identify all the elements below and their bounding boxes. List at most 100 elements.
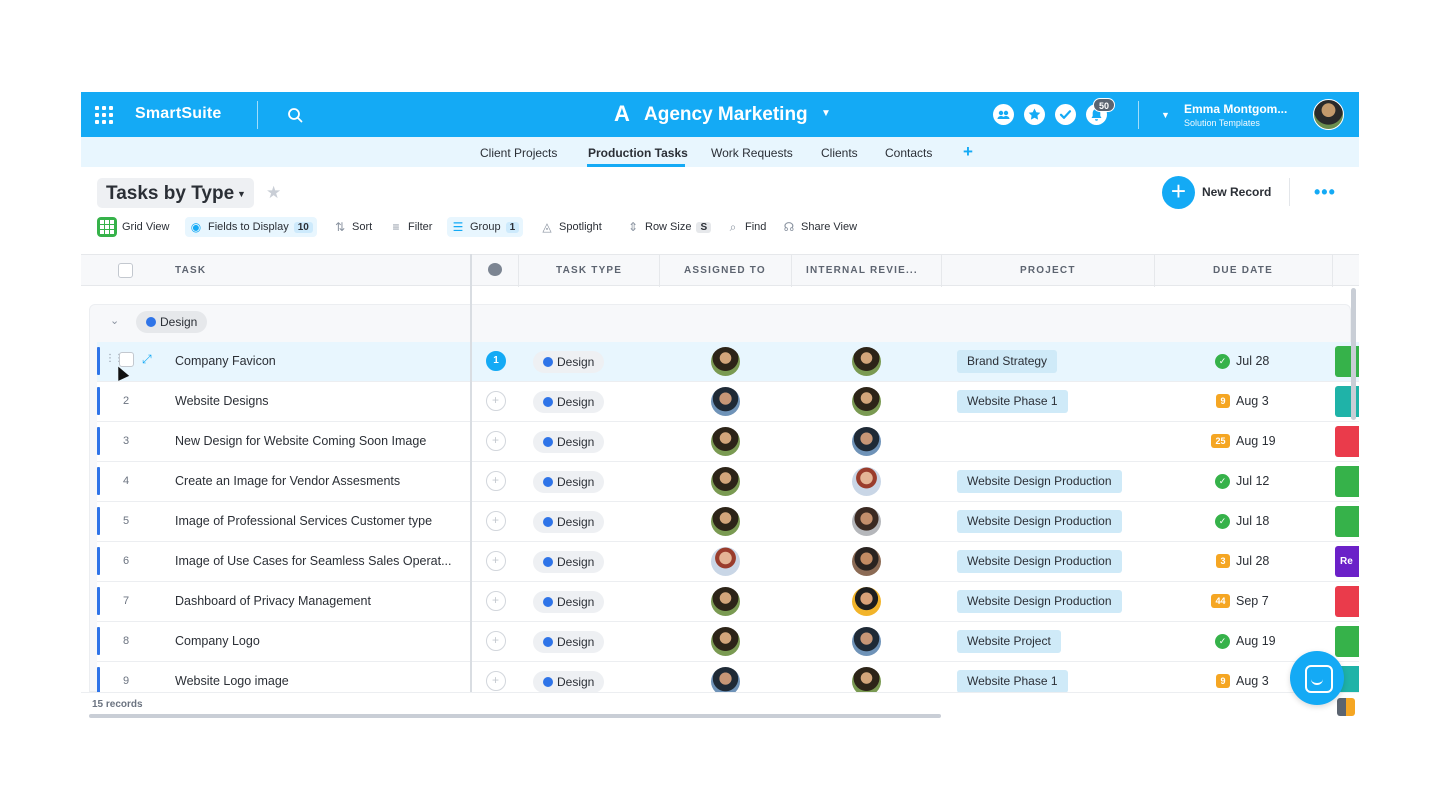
tab-clients[interactable]: Clients: [821, 146, 858, 160]
task-type-tag[interactable]: Design: [533, 351, 605, 373]
add-comment-icon[interactable]: [486, 471, 506, 491]
task-type-tag[interactable]: Design: [533, 391, 605, 413]
assignee-avatar[interactable]: [711, 587, 740, 616]
reviewer-avatar[interactable]: [852, 547, 881, 576]
assignee-avatar[interactable]: [711, 427, 740, 456]
reviewer-avatar[interactable]: [852, 587, 881, 616]
add-comment-icon[interactable]: [486, 431, 506, 451]
status-chip[interactable]: [1335, 626, 1359, 657]
user-avatar[interactable]: [1313, 99, 1344, 130]
grid-view-button[interactable]: Grid View: [97, 217, 169, 237]
project-link-tag[interactable]: Brand Strategy: [957, 350, 1058, 373]
add-comment-icon[interactable]: [486, 391, 506, 411]
share-view-button[interactable]: ☊ Share View: [782, 217, 857, 237]
spotlight-button[interactable]: ◬ Spotlight: [540, 217, 601, 237]
due-date[interactable]: Jul 12: [1236, 474, 1269, 488]
due-date[interactable]: Sep 7: [1236, 594, 1269, 608]
sort-button[interactable]: ⇅ Sort: [333, 217, 372, 237]
due-date[interactable]: Aug 3: [1236, 674, 1269, 688]
tab-production-tasks[interactable]: Production Tasks: [588, 146, 688, 160]
assignee-avatar[interactable]: [711, 507, 740, 536]
task-type-tag[interactable]: Design: [533, 511, 605, 533]
due-date[interactable]: Aug 3: [1236, 394, 1269, 408]
reviewer-avatar[interactable]: [852, 507, 881, 536]
assignee-avatar[interactable]: [711, 467, 740, 496]
add-comment-icon[interactable]: [486, 631, 506, 651]
find-button[interactable]: ⌕ Find: [726, 217, 767, 237]
project-link-tag[interactable]: Website Design Production: [957, 590, 1122, 613]
table-row[interactable]: 6 Image of Use Cases for Seamless Sales O…: [97, 542, 1359, 582]
status-chip[interactable]: [1335, 586, 1359, 617]
table-row[interactable]: 3 New Design for Website Coming Soon Imag…: [97, 422, 1359, 462]
project-link-tag[interactable]: Website Phase 1: [957, 670, 1068, 693]
task-type-tag[interactable]: Design: [533, 471, 605, 493]
workspace-logo[interactable]: A: [608, 100, 636, 128]
tab-work-requests[interactable]: Work Requests: [711, 146, 793, 160]
chevron-down-icon[interactable]: ⌄: [110, 314, 119, 327]
task-type-tag[interactable]: Design: [533, 591, 605, 613]
task-type-tag[interactable]: Design: [533, 671, 605, 693]
brand-logo[interactable]: SmartSuite: [135, 105, 221, 123]
reviewer-avatar[interactable]: [852, 467, 881, 496]
column-header-assigned-to[interactable]: ASSIGNED TO: [684, 265, 766, 276]
project-link-tag[interactable]: Website Design Production: [957, 470, 1122, 493]
apps-grid-icon[interactable]: [95, 106, 113, 124]
task-title[interactable]: Company Favicon: [175, 354, 465, 368]
task-title[interactable]: New Design for Website Coming Soon Image: [175, 434, 465, 448]
chat-support-icon[interactable]: [1290, 651, 1344, 705]
table-row[interactable]: ⋮⋮ ⤢ Company Favicon 1 Design Brand Strategy ✓…: [97, 342, 1359, 382]
filter-button[interactable]: ≡ Filter: [389, 217, 432, 237]
horizontal-scrollbar[interactable]: [89, 714, 941, 718]
expand-record-icon[interactable]: ⤢: [142, 352, 152, 367]
assignee-avatar[interactable]: [711, 387, 740, 416]
task-type-tag[interactable]: Design: [533, 431, 605, 453]
status-chip[interactable]: Re: [1335, 546, 1359, 577]
group-label-design[interactable]: Design: [136, 311, 208, 333]
tab-contacts[interactable]: Contacts: [885, 146, 932, 160]
new-record-button[interactable]: New Record: [1202, 185, 1271, 199]
row-size-button[interactable]: ⇕ Row Size S: [626, 217, 712, 237]
assignee-avatar[interactable]: [711, 347, 740, 376]
task-title[interactable]: Create an Image for Vendor Assesments: [175, 474, 465, 488]
due-date[interactable]: Aug 19: [1236, 434, 1276, 448]
task-title[interactable]: Company Logo: [175, 634, 465, 648]
caret-down-icon[interactable]: ▼: [821, 108, 831, 119]
more-options-icon[interactable]: •••: [1314, 182, 1336, 203]
user-name[interactable]: Emma Montgom...: [1184, 102, 1287, 116]
project-link-tag[interactable]: Website Design Production: [957, 510, 1122, 533]
table-row[interactable]: 8 Company Logo Design Website Project ✓ Aug 1…: [97, 622, 1359, 662]
task-title[interactable]: Website Designs: [175, 394, 465, 408]
due-date[interactable]: Jul 28: [1236, 354, 1269, 368]
add-comment-icon[interactable]: [486, 511, 506, 531]
add-comment-icon[interactable]: [486, 551, 506, 571]
table-row[interactable]: 5 Image of Professional Services Customer…: [97, 502, 1359, 542]
add-comment-icon[interactable]: [486, 591, 506, 611]
due-date[interactable]: Aug 19: [1236, 634, 1276, 648]
new-record-plus-icon[interactable]: +: [1162, 176, 1195, 209]
assignee-avatar[interactable]: [711, 627, 740, 656]
due-date[interactable]: Jul 28: [1236, 554, 1269, 568]
task-title[interactable]: Dashboard of Privacy Management: [175, 594, 465, 608]
view-selector[interactable]: Tasks by Type ▼: [97, 178, 254, 208]
task-title[interactable]: Website Logo image: [175, 674, 465, 688]
tab-client-projects[interactable]: Client Projects: [480, 146, 557, 160]
table-row[interactable]: 7 Dashboard of Privacy Management Design We…: [97, 582, 1359, 622]
table-row[interactable]: 2 Website Designs Design Website Phase 1 9 Au…: [97, 382, 1359, 422]
workspace-title[interactable]: Agency Marketing: [644, 104, 808, 126]
project-link-tag[interactable]: Website Project: [957, 630, 1061, 653]
task-type-tag[interactable]: Design: [533, 631, 605, 653]
search-icon[interactable]: [287, 107, 303, 123]
group-button[interactable]: ☰ Group 1: [447, 217, 524, 237]
reviewer-avatar[interactable]: [852, 347, 881, 376]
tasks-check-icon[interactable]: [1055, 104, 1076, 125]
task-type-tag[interactable]: Design: [533, 551, 605, 573]
reviewer-avatar[interactable]: [852, 627, 881, 656]
status-chip[interactable]: [1335, 466, 1359, 497]
reviewer-avatar[interactable]: [852, 387, 881, 416]
favorites-star-icon[interactable]: [1024, 104, 1045, 125]
table-row[interactable]: 4 Create an Image for Vendor Assesments De…: [97, 462, 1359, 502]
project-link-tag[interactable]: Website Design Production: [957, 550, 1122, 573]
members-icon[interactable]: [993, 104, 1014, 125]
column-header-task-type[interactable]: TASK TYPE: [556, 265, 622, 276]
column-header-task[interactable]: TASK: [175, 265, 206, 276]
